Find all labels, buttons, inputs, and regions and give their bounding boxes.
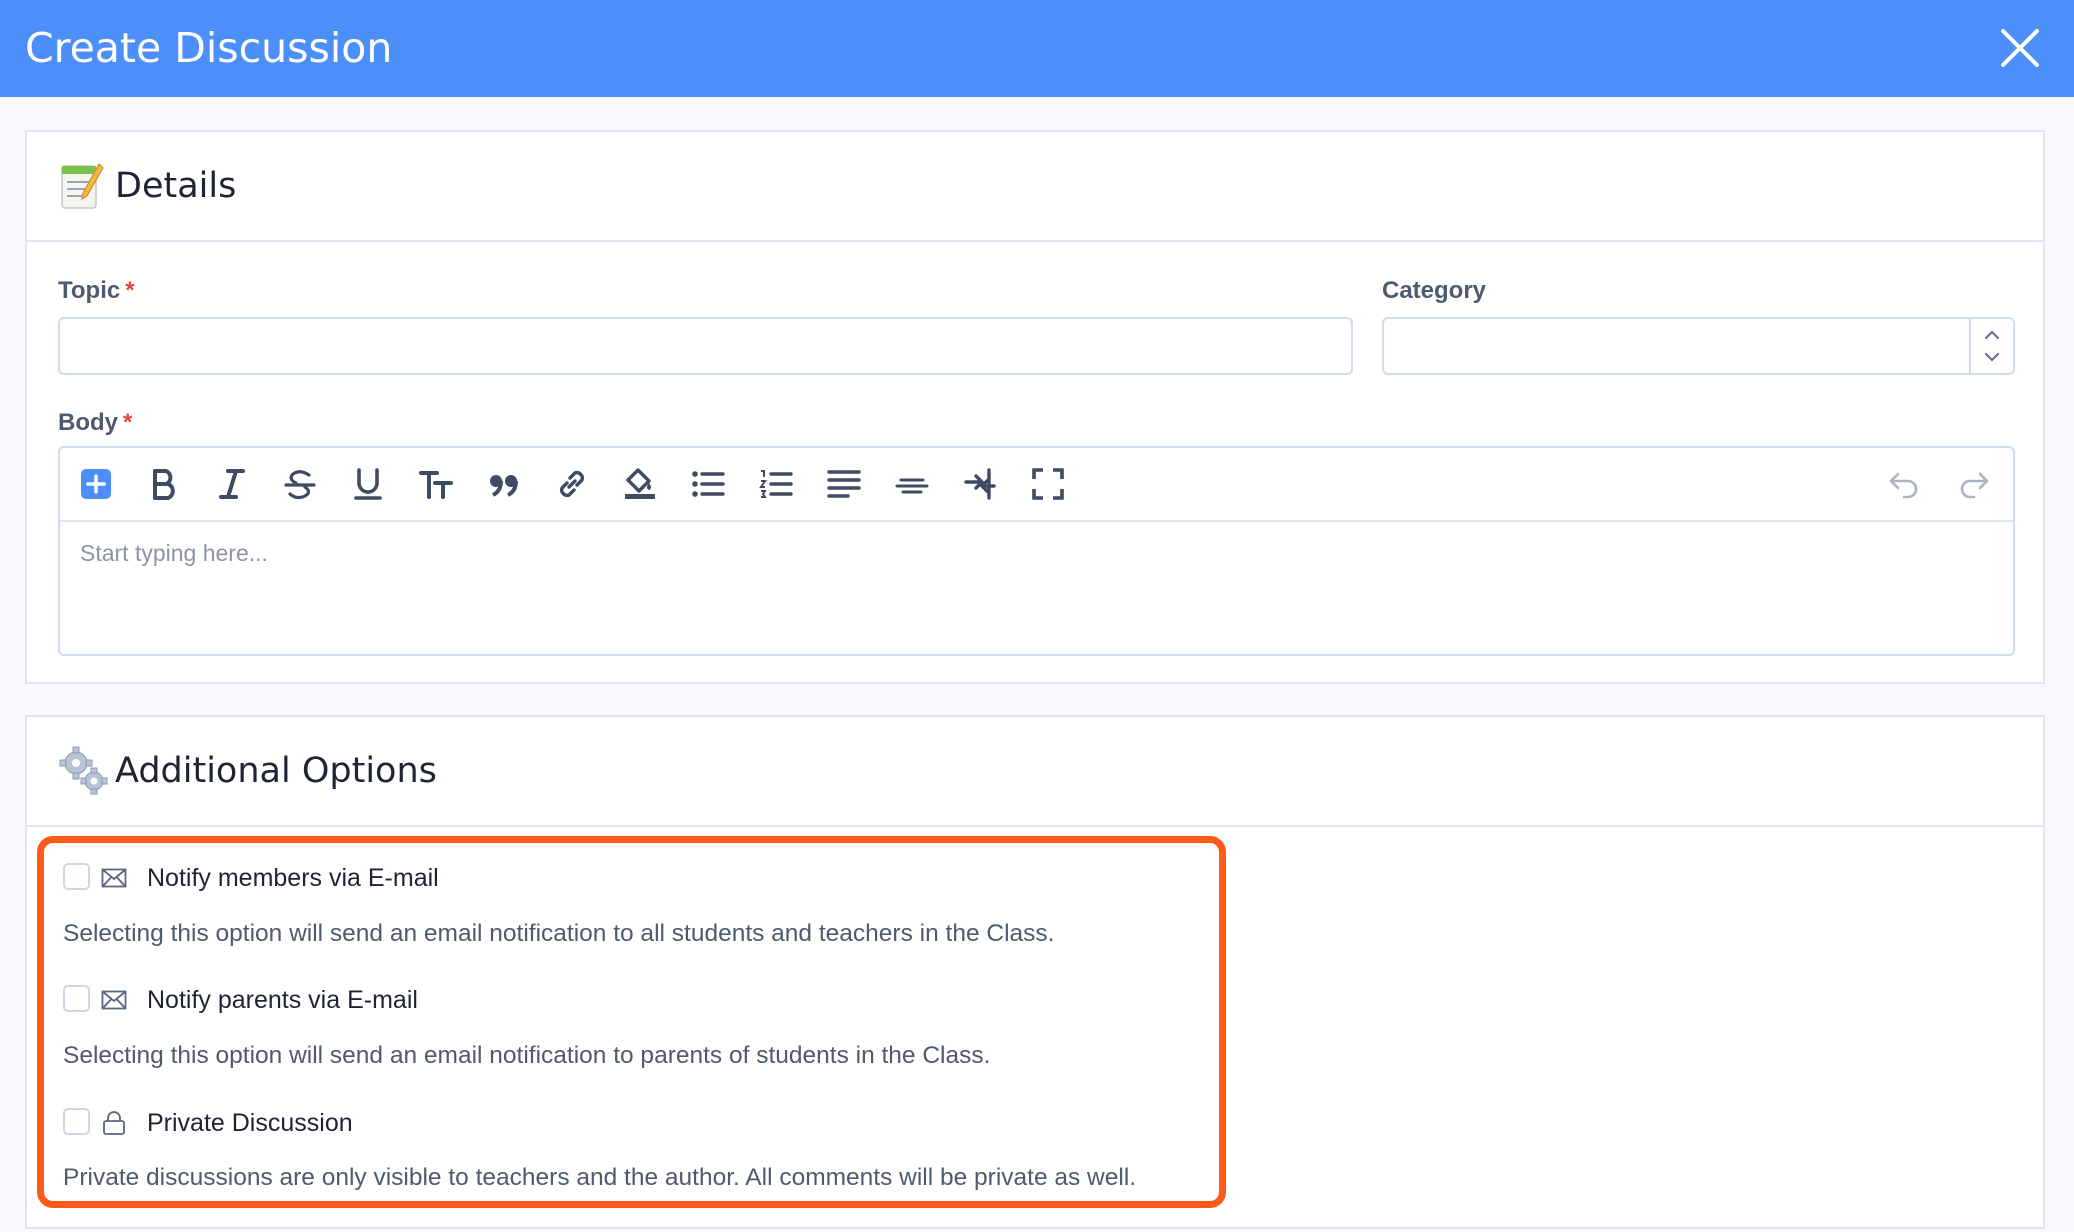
additional-options-heading: Additional Options [115, 751, 437, 791]
undo-icon[interactable] [1886, 466, 1922, 502]
body-editor[interactable]: Start typing here... [58, 446, 2015, 656]
category-select[interactable] [1382, 317, 2015, 375]
additional-options-header: Additional Options [27, 717, 2043, 827]
notify-parents-checkbox[interactable] [63, 985, 90, 1012]
fullscreen-icon[interactable] [1030, 466, 1066, 502]
align-center-icon[interactable] [894, 466, 930, 502]
dialog-header: Create Discussion [0, 0, 2074, 97]
link-icon[interactable] [554, 466, 590, 502]
private-discussion-description: Private discussions are only visible to … [63, 1164, 1137, 1191]
memo-icon [59, 162, 105, 212]
bold-icon[interactable] [146, 466, 182, 502]
topic-input[interactable] [58, 317, 1353, 375]
envelope-icon [101, 988, 127, 1012]
highlight-icon[interactable] [622, 466, 658, 502]
details-panel: Details Topic * Category Body * Start ty… [25, 130, 2045, 684]
notify-parents-label[interactable]: Notify parents via E-mail [147, 983, 418, 1017]
gears-icon [59, 746, 108, 796]
align-left-icon[interactable] [826, 466, 862, 502]
dialog-title: Create Discussion [25, 24, 393, 72]
editor-toolbar [60, 448, 2013, 522]
close-icon[interactable] [1998, 26, 2042, 70]
font-size-icon[interactable] [418, 466, 454, 502]
select-arrows-icon [1969, 319, 2013, 373]
indent-icon[interactable] [962, 466, 998, 502]
notify-members-description: Selecting this option will send an email… [63, 920, 1055, 947]
topic-label: Topic * [58, 277, 135, 305]
category-label: Category [1382, 277, 1487, 304]
body-placeholder: Start typing here... [80, 540, 268, 566]
bullet-list-icon[interactable] [690, 466, 726, 502]
numbered-list-icon[interactable] [758, 466, 794, 502]
notification-options-group: Notify members via E-mail Selecting this… [37, 836, 1226, 1208]
required-mark: * [125, 277, 135, 304]
add-block-icon[interactable] [78, 466, 114, 502]
redo-icon[interactable] [1956, 466, 1992, 502]
private-discussion-label[interactable]: Private Discussion [147, 1106, 353, 1140]
body-label: Body * [58, 409, 132, 437]
lock-icon [101, 1111, 127, 1135]
notify-parents-description: Selecting this option will send an email… [63, 1042, 991, 1069]
required-mark: * [123, 409, 133, 436]
blockquote-icon[interactable] [486, 466, 522, 502]
notify-members-label[interactable]: Notify members via E-mail [147, 861, 439, 895]
notify-members-checkbox[interactable] [63, 863, 90, 890]
private-discussion-checkbox[interactable] [63, 1108, 90, 1135]
italic-icon[interactable] [214, 466, 250, 502]
envelope-icon [101, 866, 127, 890]
body-label-text: Body [58, 409, 118, 436]
topic-label-text: Topic [58, 277, 121, 304]
underline-icon[interactable] [350, 466, 386, 502]
details-header: Details [27, 132, 2043, 242]
strikethrough-icon[interactable] [282, 466, 318, 502]
details-heading: Details [115, 166, 237, 206]
